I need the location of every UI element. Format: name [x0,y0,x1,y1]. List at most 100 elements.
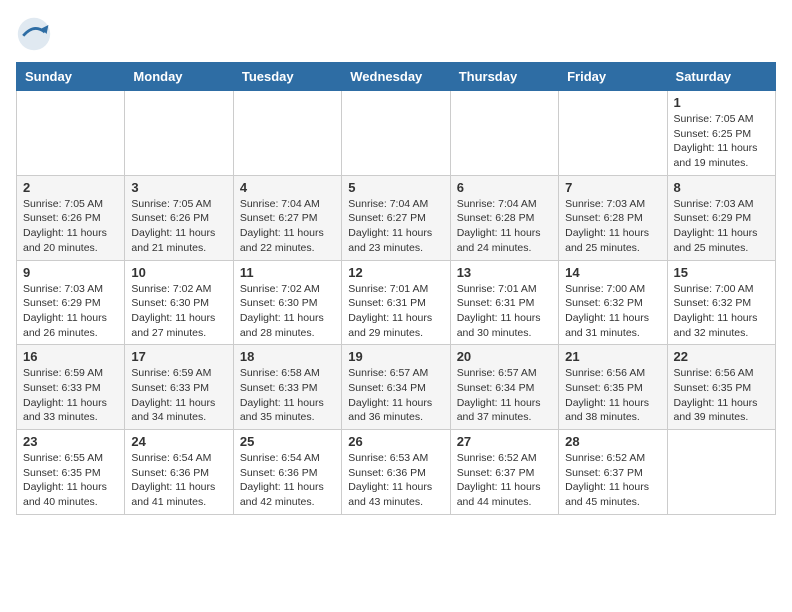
day-number: 16 [23,349,118,364]
day-info: Sunrise: 7:05 AM Sunset: 6:26 PM Dayligh… [23,197,118,256]
day-info: Sunrise: 7:00 AM Sunset: 6:32 PM Dayligh… [674,282,769,341]
calendar-cell: 2 Sunrise: 7:05 AM Sunset: 6:26 PM Daylig… [17,175,125,260]
calendar-cell: 22 Sunrise: 6:56 AM Sunset: 6:35 PM Dayli… [667,345,775,430]
calendar-cell: 24Sunrise: 6:54 AM Sunset: 6:36 PM Dayli… [125,430,233,515]
day-number: 23 [23,434,118,449]
calendar-cell [233,91,341,176]
day-number: 11 [240,265,335,280]
calendar-week-row: 23 Sunrise: 6:55 AM Sunset: 6:35 PM Dayli… [17,430,776,515]
day-number: 17 [131,349,226,364]
calendar-cell: 9 Sunrise: 7:03 AM Sunset: 6:29 PM Daylig… [17,260,125,345]
day-info: Sunrise: 7:05 AM Sunset: 6:25 PM Dayligh… [674,112,769,171]
day-of-week-header: Sunday [17,63,125,91]
calendar-cell: 27 Sunrise: 6:52 AM Sunset: 6:37 PM Dayli… [450,430,558,515]
day-info: Sunrise: 6:56 AM Sunset: 6:35 PM Dayligh… [674,366,769,425]
day-number: 19 [348,349,443,364]
day-info: Sunrise: 7:01 AM Sunset: 6:31 PM Dayligh… [348,282,443,341]
day-info: Sunrise: 7:04 AM Sunset: 6:27 PM Dayligh… [348,197,443,256]
day-info: Sunrise: 7:03 AM Sunset: 6:28 PM Dayligh… [565,197,660,256]
day-info: Sunrise: 6:53 AM Sunset: 6:36 PM Dayligh… [348,451,443,510]
day-number: 27 [457,434,552,449]
calendar-table: SundayMondayTuesdayWednesdayThursdayFrid… [16,62,776,515]
day-number: 13 [457,265,552,280]
page-header [16,16,776,52]
day-info: Sunrise: 7:05 AM Sunset: 6:26 PM Dayligh… [131,197,226,256]
day-number: 9 [23,265,118,280]
day-info: Sunrise: 6:58 AM Sunset: 6:33 PM Dayligh… [240,366,335,425]
calendar-cell: 25 Sunrise: 6:54 AM Sunset: 6:36 PM Dayli… [233,430,341,515]
day-info: Sunrise: 6:56 AM Sunset: 6:35 PM Dayligh… [565,366,660,425]
day-info: Sunrise: 7:03 AM Sunset: 6:29 PM Dayligh… [23,282,118,341]
day-number: 21 [565,349,660,364]
day-info: Sunrise: 6:59 AM Sunset: 6:33 PM Dayligh… [131,366,226,425]
day-number: 10 [131,265,226,280]
day-number: 22 [674,349,769,364]
calendar-cell: 8 Sunrise: 7:03 AM Sunset: 6:29 PM Daylig… [667,175,775,260]
day-info: Sunrise: 6:52 AM Sunset: 6:37 PM Dayligh… [457,451,552,510]
day-number: 8 [674,180,769,195]
day-number: 26 [348,434,443,449]
calendar-cell: 16 Sunrise: 6:59 AM Sunset: 6:33 PM Dayli… [17,345,125,430]
calendar-cell: 5Sunrise: 7:04 AM Sunset: 6:27 PM Daylig… [342,175,450,260]
day-of-week-header: Monday [125,63,233,91]
calendar-cell: 1 Sunrise: 7:05 AM Sunset: 6:25 PM Daylig… [667,91,775,176]
day-info: Sunrise: 7:03 AM Sunset: 6:29 PM Dayligh… [674,197,769,256]
calendar-cell: 3 Sunrise: 7:05 AM Sunset: 6:26 PM Daylig… [125,175,233,260]
day-info: Sunrise: 7:02 AM Sunset: 6:30 PM Dayligh… [240,282,335,341]
day-info: Sunrise: 6:55 AM Sunset: 6:35 PM Dayligh… [23,451,118,510]
calendar-cell [559,91,667,176]
day-number: 28 [565,434,660,449]
calendar-cell: 28 Sunrise: 6:52 AM Sunset: 6:37 PM Dayli… [559,430,667,515]
day-of-week-header: Friday [559,63,667,91]
calendar-cell [450,91,558,176]
day-info: Sunrise: 6:57 AM Sunset: 6:34 PM Dayligh… [348,366,443,425]
logo-icon [16,16,52,52]
day-info: Sunrise: 6:59 AM Sunset: 6:33 PM Dayligh… [23,366,118,425]
calendar-cell: 19 Sunrise: 6:57 AM Sunset: 6:34 PM Dayli… [342,345,450,430]
calendar-cell: 17 Sunrise: 6:59 AM Sunset: 6:33 PM Dayli… [125,345,233,430]
day-info: Sunrise: 6:54 AM Sunset: 6:36 PM Dayligh… [240,451,335,510]
logo [16,16,58,52]
calendar-cell: 20 Sunrise: 6:57 AM Sunset: 6:34 PM Dayli… [450,345,558,430]
day-number: 4 [240,180,335,195]
day-of-week-header: Tuesday [233,63,341,91]
day-of-week-header: Thursday [450,63,558,91]
day-of-week-header: Wednesday [342,63,450,91]
day-number: 3 [131,180,226,195]
calendar-cell: 12 Sunrise: 7:01 AM Sunset: 6:31 PM Dayli… [342,260,450,345]
day-info: Sunrise: 6:52 AM Sunset: 6:37 PM Dayligh… [565,451,660,510]
calendar-cell: 26 Sunrise: 6:53 AM Sunset: 6:36 PM Dayli… [342,430,450,515]
calendar-week-row: 1 Sunrise: 7:05 AM Sunset: 6:25 PM Daylig… [17,91,776,176]
day-number: 20 [457,349,552,364]
day-number: 6 [457,180,552,195]
calendar-cell [342,91,450,176]
day-info: Sunrise: 6:57 AM Sunset: 6:34 PM Dayligh… [457,366,552,425]
calendar-cell: 7Sunrise: 7:03 AM Sunset: 6:28 PM Daylig… [559,175,667,260]
calendar-cell [17,91,125,176]
calendar-cell: 23 Sunrise: 6:55 AM Sunset: 6:35 PM Dayli… [17,430,125,515]
calendar-cell: 21 Sunrise: 6:56 AM Sunset: 6:35 PM Dayli… [559,345,667,430]
day-number: 14 [565,265,660,280]
day-number: 25 [240,434,335,449]
calendar-cell: 11 Sunrise: 7:02 AM Sunset: 6:30 PM Dayli… [233,260,341,345]
calendar-cell: 14 Sunrise: 7:00 AM Sunset: 6:32 PM Dayli… [559,260,667,345]
calendar-cell: 15 Sunrise: 7:00 AM Sunset: 6:32 PM Dayli… [667,260,775,345]
calendar-week-row: 9 Sunrise: 7:03 AM Sunset: 6:29 PM Daylig… [17,260,776,345]
calendar-cell: 13 Sunrise: 7:01 AM Sunset: 6:31 PM Dayli… [450,260,558,345]
day-number: 24 [131,434,226,449]
calendar-cell: 10Sunrise: 7:02 AM Sunset: 6:30 PM Dayli… [125,260,233,345]
day-info: Sunrise: 7:04 AM Sunset: 6:27 PM Dayligh… [240,197,335,256]
calendar-header-row: SundayMondayTuesdayWednesdayThursdayFrid… [17,63,776,91]
day-number: 2 [23,180,118,195]
calendar-cell [125,91,233,176]
calendar-cell: 18 Sunrise: 6:58 AM Sunset: 6:33 PM Dayli… [233,345,341,430]
day-number: 15 [674,265,769,280]
day-number: 18 [240,349,335,364]
calendar-cell: 4 Sunrise: 7:04 AM Sunset: 6:27 PM Daylig… [233,175,341,260]
day-number: 12 [348,265,443,280]
day-number: 1 [674,95,769,110]
day-info: Sunrise: 7:01 AM Sunset: 6:31 PM Dayligh… [457,282,552,341]
calendar-cell: 6Sunrise: 7:04 AM Sunset: 6:28 PM Daylig… [450,175,558,260]
day-info: Sunrise: 7:00 AM Sunset: 6:32 PM Dayligh… [565,282,660,341]
day-of-week-header: Saturday [667,63,775,91]
